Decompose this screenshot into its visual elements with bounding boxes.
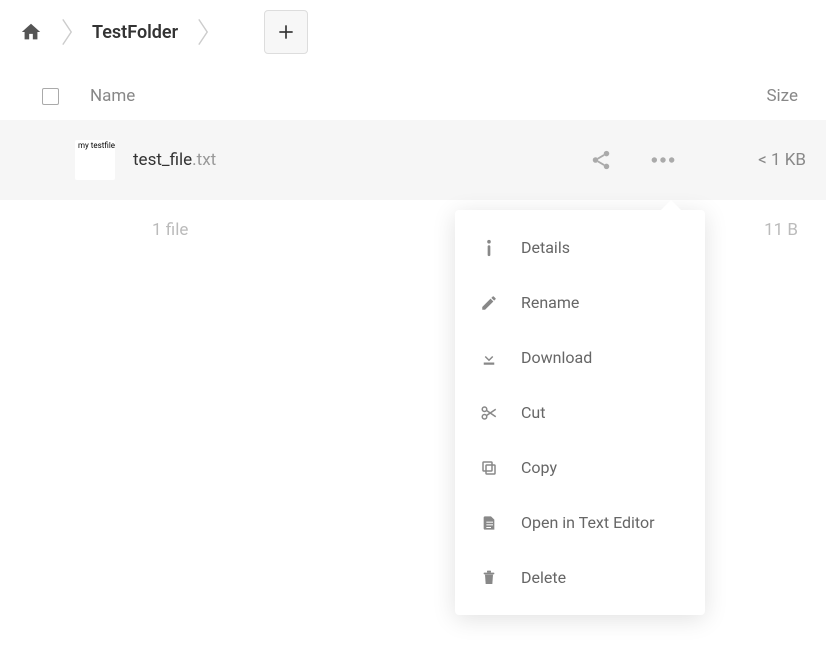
trash-icon <box>479 569 499 587</box>
column-size[interactable]: Size <box>706 86 806 106</box>
menu-copy[interactable]: Copy <box>455 440 705 495</box>
menu-download[interactable]: Download <box>455 330 705 385</box>
menu-copy-label: Copy <box>521 458 557 477</box>
share-icon[interactable] <box>590 149 612 171</box>
file-thumbnail: my testfile <box>75 140 115 180</box>
more-icon[interactable] <box>650 149 676 171</box>
thumb-preview-text: my testfile <box>78 142 115 150</box>
add-button[interactable] <box>264 10 308 54</box>
file-name[interactable]: test_file.txt <box>133 150 590 170</box>
menu-open-editor-label: Open in Text Editor <box>521 513 655 532</box>
context-menu: Details Rename Download Cut Copy Open in… <box>455 210 705 615</box>
menu-rename-label: Rename <box>521 293 579 312</box>
menu-cut[interactable]: Cut <box>455 385 705 440</box>
total-size: 11 B <box>716 220 806 240</box>
menu-download-label: Download <box>521 348 592 367</box>
menu-open-editor[interactable]: Open in Text Editor <box>455 495 705 550</box>
copy-icon <box>479 459 499 477</box>
menu-cut-label: Cut <box>521 403 545 422</box>
file-actions <box>590 149 676 171</box>
file-name-ext: .txt <box>192 150 216 170</box>
file-size: < 1 KB <box>716 150 806 170</box>
menu-rename[interactable]: Rename <box>455 275 705 330</box>
select-all-checkbox[interactable] <box>42 88 59 105</box>
breadcrumb: TestFolder <box>0 0 826 72</box>
breadcrumb-folder[interactable]: TestFolder <box>92 22 178 43</box>
scissors-icon <box>479 404 499 422</box>
menu-details[interactable]: Details <box>455 220 705 275</box>
menu-delete-label: Delete <box>521 568 566 587</box>
file-row[interactable]: my testfile test_file.txt < 1 KB <box>0 120 826 200</box>
home-icon[interactable] <box>20 21 42 43</box>
download-icon <box>479 349 499 367</box>
menu-details-label: Details <box>521 238 570 257</box>
file-name-base: test_file <box>133 150 192 170</box>
info-icon <box>479 239 499 257</box>
document-icon <box>479 514 499 532</box>
chevron-right-icon <box>196 18 210 46</box>
chevron-right-icon <box>60 18 74 46</box>
column-headers: Name Size <box>0 72 826 120</box>
column-name[interactable]: Name <box>80 86 706 106</box>
pencil-icon <box>479 294 499 312</box>
menu-delete[interactable]: Delete <box>455 550 705 605</box>
